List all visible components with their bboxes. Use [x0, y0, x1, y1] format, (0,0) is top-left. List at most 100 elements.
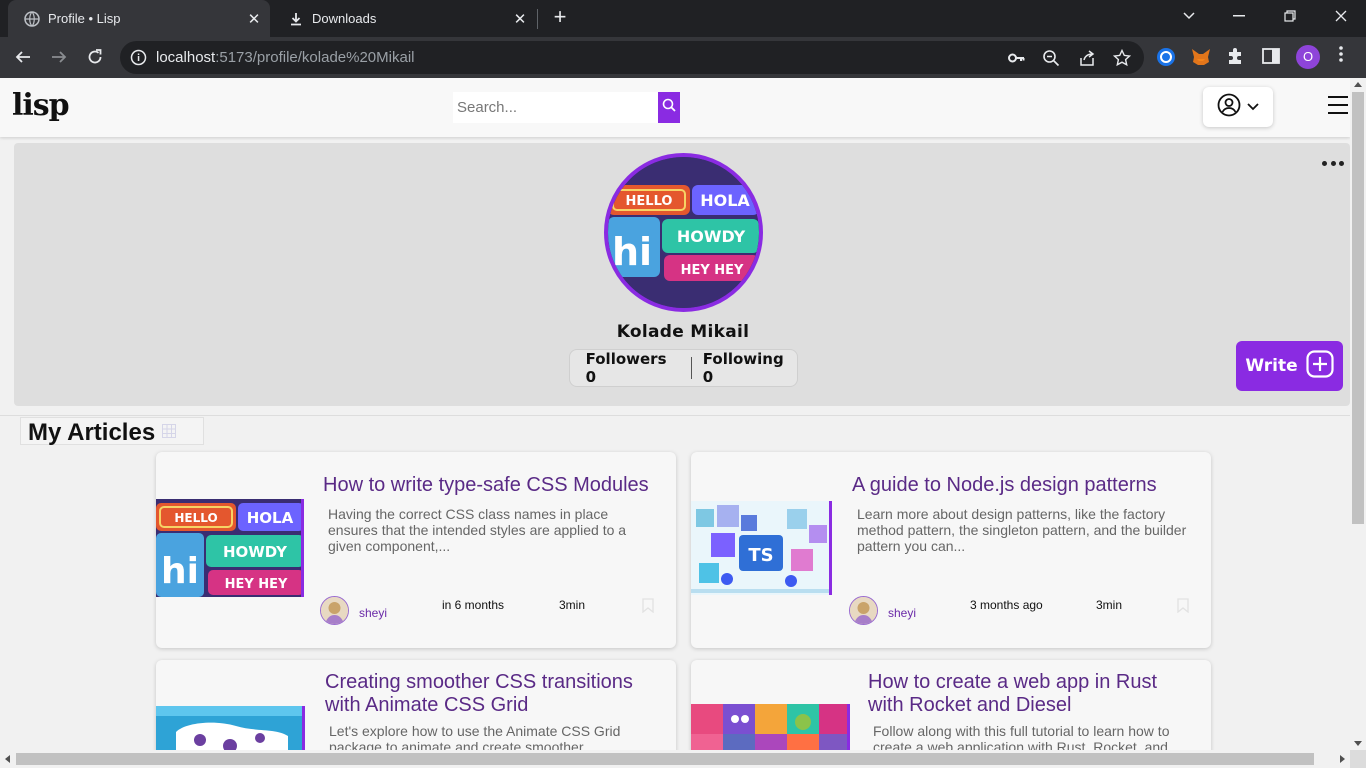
thumbnail-accent-bar	[302, 706, 305, 750]
back-button[interactable]	[9, 43, 37, 71]
close-window-button[interactable]	[1316, 0, 1366, 32]
site-logo[interactable]: lisp	[12, 88, 70, 123]
scrollbar-thumb[interactable]	[1352, 92, 1364, 524]
user-menu-button[interactable]	[1203, 87, 1273, 127]
download-icon	[288, 11, 304, 27]
write-label: Write	[1245, 356, 1298, 376]
svg-text:hi: hi	[161, 551, 199, 592]
article-thumbnail	[691, 704, 849, 750]
browser-tab-bar: Profile • Lisp ✕ Downloads ✕ +	[0, 0, 1366, 37]
side-panel-icon[interactable]	[1261, 46, 1283, 68]
article-date: in 6 months	[442, 598, 505, 612]
svg-text:HOWDY: HOWDY	[677, 227, 746, 246]
svg-text:TS: TS	[748, 545, 773, 566]
article-date: 3 months ago	[970, 598, 1043, 612]
svg-text:HELLO: HELLO	[174, 511, 217, 525]
chevron-down-icon	[1247, 98, 1259, 116]
tab-search-chevron-icon[interactable]	[1164, 0, 1214, 32]
new-tab-button[interactable]: +	[548, 6, 572, 30]
thumbnail-accent-bar	[301, 499, 304, 597]
svg-text:HOWDY: HOWDY	[223, 543, 288, 561]
author-avatar[interactable]	[320, 596, 349, 625]
following-count[interactable]: Following 0	[703, 350, 797, 386]
author-name[interactable]: sheyi	[888, 606, 916, 620]
minimize-button[interactable]	[1214, 0, 1264, 32]
scroll-up-arrow-icon[interactable]	[1354, 82, 1362, 87]
globe-icon	[24, 10, 40, 27]
search-button[interactable]	[658, 92, 680, 123]
close-tab-icon[interactable]: ✕	[244, 10, 264, 28]
follow-stats: Followers 0 Following 0	[569, 349, 798, 387]
browser-toolbar: localhost:5173/profile/kolade%20Mikail O	[0, 37, 1366, 78]
close-tab-icon[interactable]: ✕	[510, 10, 530, 28]
scrollbar-thumb[interactable]	[16, 753, 1314, 765]
search-input[interactable]	[453, 92, 658, 123]
follow-divider	[690, 357, 692, 379]
address-bar[interactable]: localhost:5173/profile/kolade%20Mikail	[120, 41, 1144, 74]
user-circle-icon	[1217, 93, 1241, 122]
reload-button[interactable]	[81, 43, 109, 71]
article-card[interactable]: Creating smoother CSS transitions with A…	[156, 660, 676, 750]
tab-profile[interactable]: Profile • Lisp ✕	[8, 0, 270, 37]
article-excerpt: Let's explore how to use the Animate CSS…	[329, 723, 621, 750]
section-divider	[0, 415, 1350, 416]
write-button[interactable]: Write	[1236, 341, 1343, 391]
author-name[interactable]: sheyi	[359, 606, 387, 620]
article-card[interactable]: HELLO HOLA hi HOWDY HEY HEY How to write…	[156, 452, 676, 648]
tab-separator	[537, 9, 538, 29]
author-avatar[interactable]	[849, 596, 878, 625]
followers-count[interactable]: Followers 0	[586, 350, 680, 386]
tab-title: Profile • Lisp	[48, 11, 121, 26]
article-title[interactable]: Creating smoother CSS transitions with A…	[325, 671, 665, 717]
article-card[interactable]: TS A guide to Node.js design patterns Le…	[691, 452, 1211, 648]
share-icon[interactable]	[1078, 49, 1096, 67]
key-icon[interactable]	[1007, 49, 1025, 67]
scroll-left-arrow-icon[interactable]	[5, 755, 10, 763]
vertical-scrollbar[interactable]	[1350, 78, 1366, 750]
bookmark-star-icon[interactable]	[1112, 48, 1132, 67]
forward-button[interactable]	[45, 43, 73, 71]
search-bar	[453, 92, 680, 123]
zoom-icon[interactable]	[1042, 49, 1060, 67]
url-host: localhost	[156, 49, 216, 66]
browser-profile-avatar[interactable]: O	[1296, 45, 1320, 69]
browser-menu-icon[interactable]	[1334, 46, 1348, 68]
horizontal-scrollbar[interactable]	[0, 750, 1350, 768]
thumbnail-accent-bar	[847, 704, 850, 750]
read-time: 3min	[559, 598, 586, 612]
bookmark-icon[interactable]	[642, 598, 654, 614]
more-options-icon[interactable]	[1322, 161, 1344, 169]
url-path: :5173/profile/kolade%20Mikail	[215, 49, 415, 66]
svg-text:HEY HEY: HEY HEY	[681, 263, 744, 278]
logo-text: lisp	[12, 88, 70, 123]
read-time: 3min	[1096, 598, 1123, 612]
profile-name: Kolade Mikail	[616, 322, 750, 342]
article-title[interactable]: How to create a web app in Rust with Roc…	[868, 671, 1198, 717]
svg-text:HOLA: HOLA	[247, 509, 294, 527]
restore-button[interactable]	[1265, 0, 1315, 32]
site-info-icon[interactable]	[130, 49, 147, 66]
svg-text:HELLO: HELLO	[626, 194, 673, 209]
article-title[interactable]: A guide to Node.js design patterns	[852, 474, 1192, 497]
article-thumbnail: TS	[691, 501, 831, 595]
article-title[interactable]: How to write type-safe CSS Modules	[323, 474, 663, 497]
svg-text:hi: hi	[612, 230, 652, 274]
thumbnail-accent-bar	[829, 501, 832, 595]
scroll-down-arrow-icon[interactable]	[1354, 741, 1362, 746]
tab-downloads[interactable]: Downloads ✕	[278, 0, 536, 37]
article-card[interactable]: How to create a web app in Rust with Roc…	[691, 660, 1211, 750]
metamask-fox-icon[interactable]	[1190, 46, 1212, 68]
article-thumbnail	[156, 706, 304, 750]
my-articles-title: My Articles	[28, 419, 156, 446]
svg-text:HEY HEY: HEY HEY	[225, 577, 288, 592]
my-articles-header: My Articles	[20, 417, 204, 446]
grid-view-icon[interactable]	[162, 424, 176, 438]
bookmark-icon[interactable]	[1177, 598, 1189, 614]
article-excerpt: Learn more about design patterns, like t…	[857, 506, 1187, 554]
hamburger-menu-icon[interactable]	[1328, 96, 1348, 114]
site-header: lisp	[0, 78, 1350, 137]
article-excerpt: Having the correct CSS class names in pl…	[328, 506, 627, 554]
extension-blue-icon[interactable]	[1155, 46, 1177, 68]
scroll-right-arrow-icon[interactable]	[1340, 755, 1345, 763]
extensions-puzzle-icon[interactable]	[1226, 46, 1248, 68]
